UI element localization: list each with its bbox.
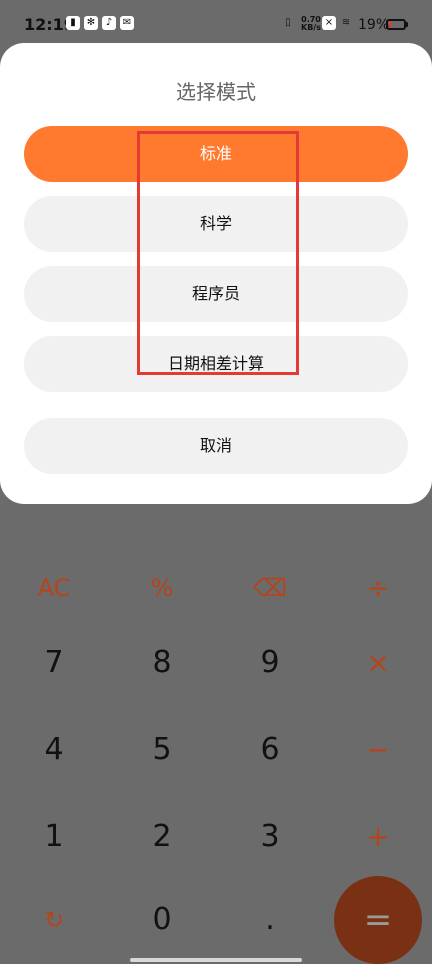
settings-icon: ✻: [84, 16, 98, 30]
digit-4-button[interactable]: 4: [0, 710, 108, 790]
clear-button[interactable]: AC: [0, 548, 108, 628]
mode-scientific-button[interactable]: 科学: [24, 196, 408, 252]
digit-0-button[interactable]: 0: [108, 880, 216, 960]
network-speed: 0.70 KB/s: [301, 15, 321, 32]
digit-9-button[interactable]: 9: [216, 623, 324, 703]
cancel-button[interactable]: 取消: [24, 418, 408, 474]
home-indicator: [130, 958, 302, 962]
decimal-button[interactable]: .: [216, 880, 324, 960]
digit-8-button[interactable]: 8: [108, 623, 216, 703]
dialog-title: 选择模式: [176, 80, 256, 104]
battery-icon: [386, 19, 406, 30]
wifi-icon: ≋: [341, 17, 351, 28]
battery-level: [389, 22, 392, 27]
tiktok-icon: ♪: [102, 16, 116, 30]
digit-7-button[interactable]: 7: [0, 623, 108, 703]
close-icon: ×: [322, 16, 336, 30]
digit-1-button[interactable]: 1: [0, 797, 108, 877]
digit-3-button[interactable]: 3: [216, 797, 324, 877]
mode-programmer-button[interactable]: 程序员: [24, 266, 408, 322]
battery-percent: 19%: [358, 17, 390, 33]
backspace-button[interactable]: ⌫: [216, 548, 324, 628]
vibrate-icon: ▯: [285, 17, 291, 28]
digit-5-button[interactable]: 5: [108, 710, 216, 790]
mode-date-diff-button[interactable]: 日期相差计算: [24, 336, 408, 392]
equals-button[interactable]: =: [334, 876, 422, 964]
digit-2-button[interactable]: 2: [108, 797, 216, 877]
multiply-button[interactable]: ×: [324, 623, 432, 703]
battery-tip: [406, 22, 408, 27]
mail-icon: ✉: [120, 16, 134, 30]
percent-button[interactable]: %: [108, 548, 216, 628]
notification-icon: ▮: [66, 16, 80, 30]
mode-standard-button[interactable]: 标准: [24, 126, 408, 182]
divide-button[interactable]: ÷: [324, 548, 432, 628]
mode-switch-button[interactable]: ↻: [0, 880, 108, 960]
digit-6-button[interactable]: 6: [216, 710, 324, 790]
minus-button[interactable]: −: [324, 710, 432, 790]
plus-button[interactable]: +: [324, 797, 432, 877]
